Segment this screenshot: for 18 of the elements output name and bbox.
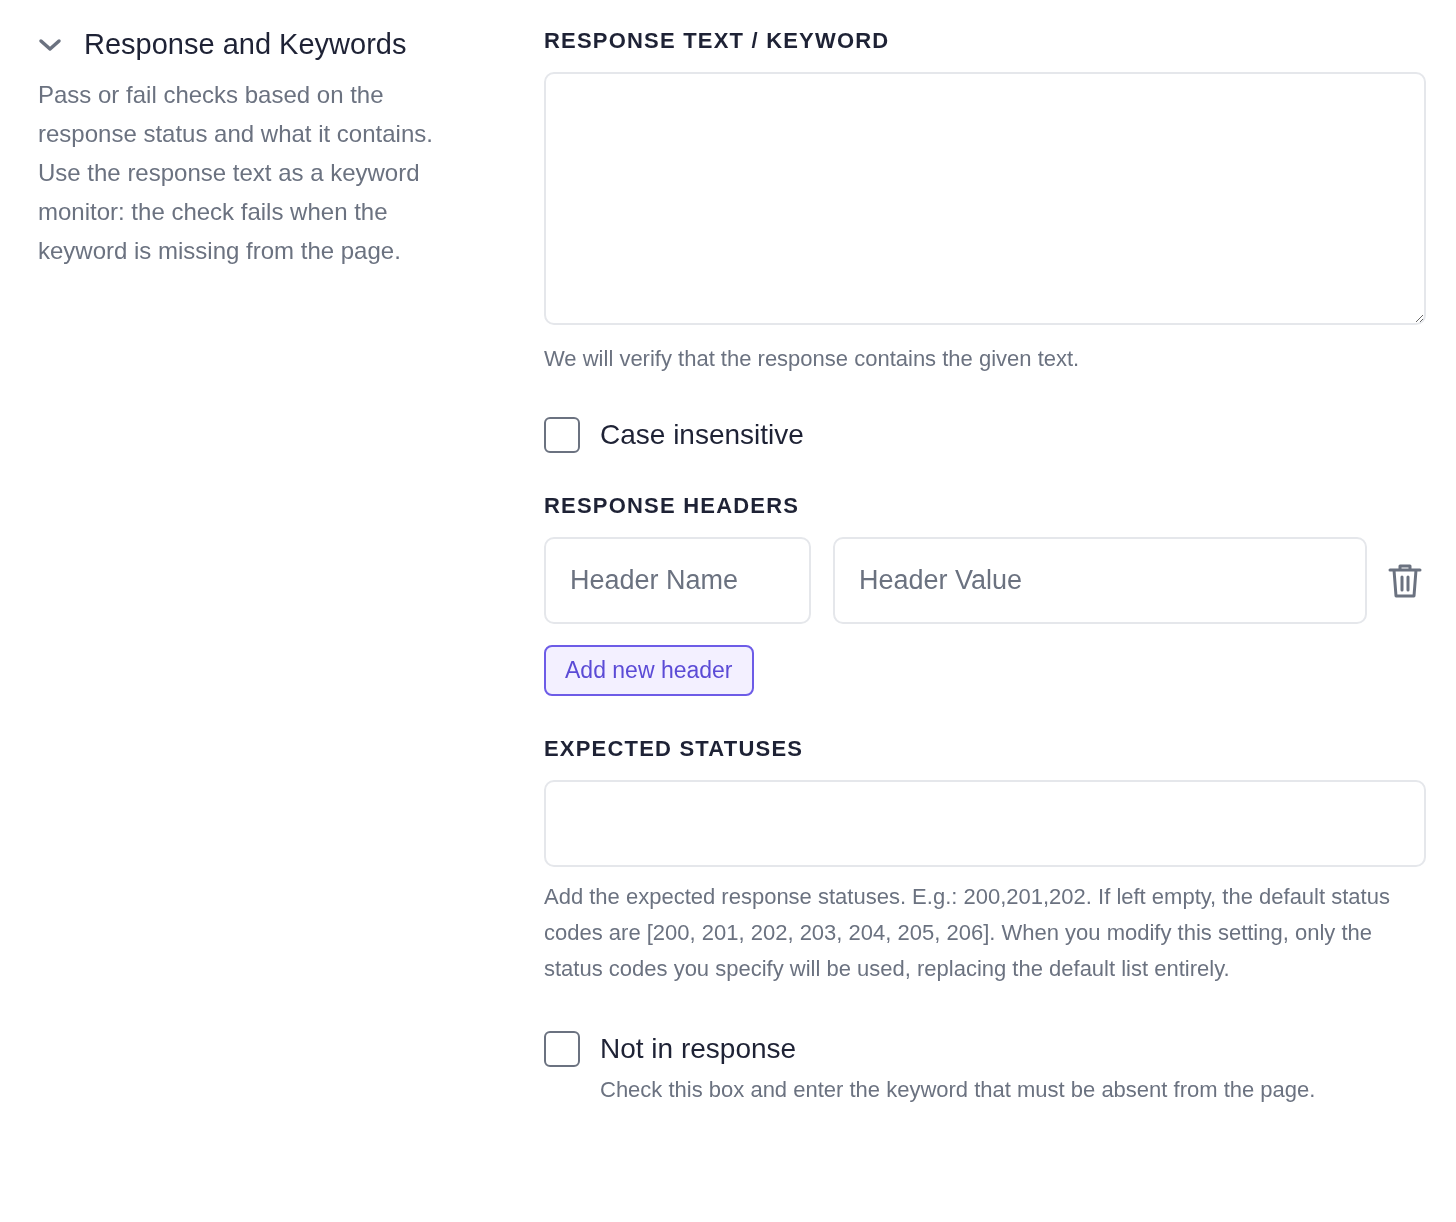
- help-text: We will verify that the response contains the given text.: [544, 345, 1081, 373]
- section-description: Pass or fail checks based on the response status and what it contains. Use the response text as a keyword monitor: the check fails when the keyword is missing from the page.: [38, 80, 434, 266]
- field-label: EXPECTED STATUSES: [544, 736, 805, 762]
- field-label: RESPONSE HEADERS: [544, 493, 801, 519]
- checkbox[interactable]: [544, 1031, 580, 1067]
- header-value-field[interactable]: Header Value: [833, 537, 1367, 624]
- checkbox-description: Check this box and enter the keyword that must be absent from the page.: [600, 1076, 1317, 1104]
- section-title: Response and Keywords: [84, 28, 407, 61]
- checkbox-label: Case insensitive: [600, 419, 804, 451]
- checkbox-label: Not in response: [600, 1033, 797, 1065]
- field-label: RESPONSE TEXT / KEYWORD: [544, 28, 891, 54]
- checkbox[interactable]: [544, 417, 580, 453]
- response-text-field[interactable]: [544, 72, 1426, 325]
- add-header-button[interactable]: Add new header: [544, 645, 754, 696]
- header-name-field[interactable]: Header Name: [544, 537, 811, 624]
- help-text: Add the expected response statuses. E.g.: 200,201,202. If left empty, the default status codes are [200, 201, 202, 203, 204, 205, 206]. When you modify this setting, only the status codes you specify will be used, replacing the default list entirely.: [544, 883, 1391, 983]
- chevron-icon[interactable]: [38, 37, 62, 52]
- expected-statuses-field[interactable]: [544, 780, 1426, 867]
